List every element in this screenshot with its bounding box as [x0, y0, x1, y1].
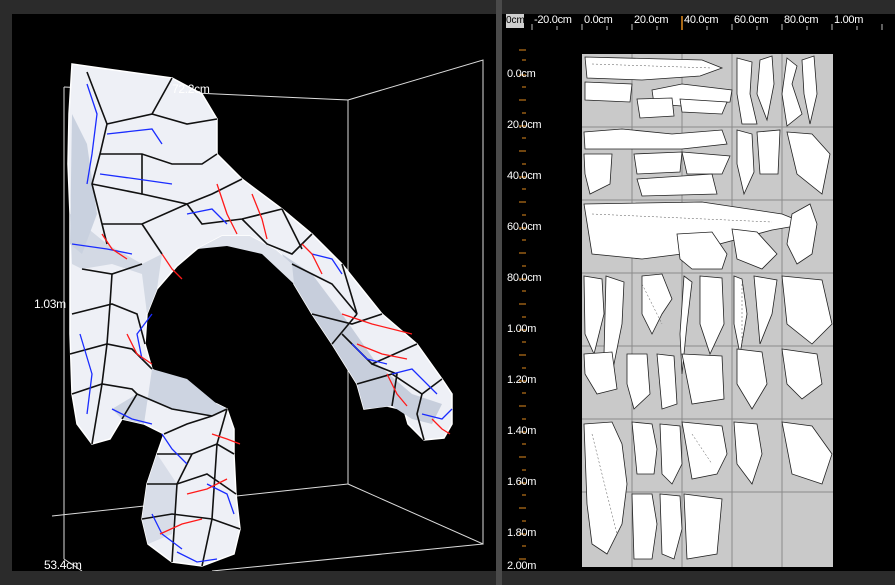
pattern-sheet[interactable] [582, 54, 833, 567]
ruler-corner: 0cm [506, 14, 524, 28]
2d-layout-viewport[interactable]: -20.0cm 0.0cm 20.0cm 40.0cm 60.0cm 80.0c… [502, 14, 895, 571]
pattern-pieces[interactable] [582, 54, 833, 567]
ruler-left-label: 60.0cm [507, 221, 542, 233]
ruler-top-label: 40.0cm [684, 14, 719, 26]
ruler-left-label: 1.00m [507, 323, 537, 335]
dimension-width-label: 72.2cm [172, 82, 210, 96]
ruler-top-label: 20.0cm [634, 14, 669, 26]
dimension-depth-label: 53.4cm [44, 558, 82, 572]
ruler-left-label: 1.80m [507, 527, 537, 539]
ruler-top-label: 60.0cm [734, 14, 769, 26]
ruler-top-label: 1.00m [834, 14, 864, 26]
ruler-left-label: 1.20m [507, 374, 537, 386]
3d-model[interactable] [67, 63, 453, 567]
ruler-top-label: 0.0cm [584, 14, 613, 26]
dimension-height-label: 1.03m [34, 297, 66, 311]
ruler-left-label: 1.40m [507, 425, 537, 437]
3d-viewport[interactable]: 72.2cm 1.03m 53.4cm [12, 14, 496, 572]
ruler-left[interactable]: 0.0cm 20.0cm 40.0cm 60.0cm 80.0cm 1.00m … [502, 30, 542, 571]
ruler-left-label: 0.0cm [507, 68, 536, 80]
3d-model-canvas[interactable] [12, 14, 496, 571]
ruler-left-label: 2.00m [507, 560, 537, 571]
ruler-left-label: 20.0cm [507, 119, 542, 131]
ruler-top[interactable]: -20.0cm 0.0cm 20.0cm 40.0cm 60.0cm 80.0c… [502, 14, 895, 30]
ruler-top-label: 80.0cm [784, 14, 819, 26]
ruler-left-label: 40.0cm [507, 170, 542, 182]
ruler-left-label: 80.0cm [507, 272, 542, 284]
ruler-left-ticks [519, 49, 526, 560]
ruler-left-label: 1.60m [507, 476, 537, 488]
ruler-top-label: -20.0cm [534, 14, 572, 26]
